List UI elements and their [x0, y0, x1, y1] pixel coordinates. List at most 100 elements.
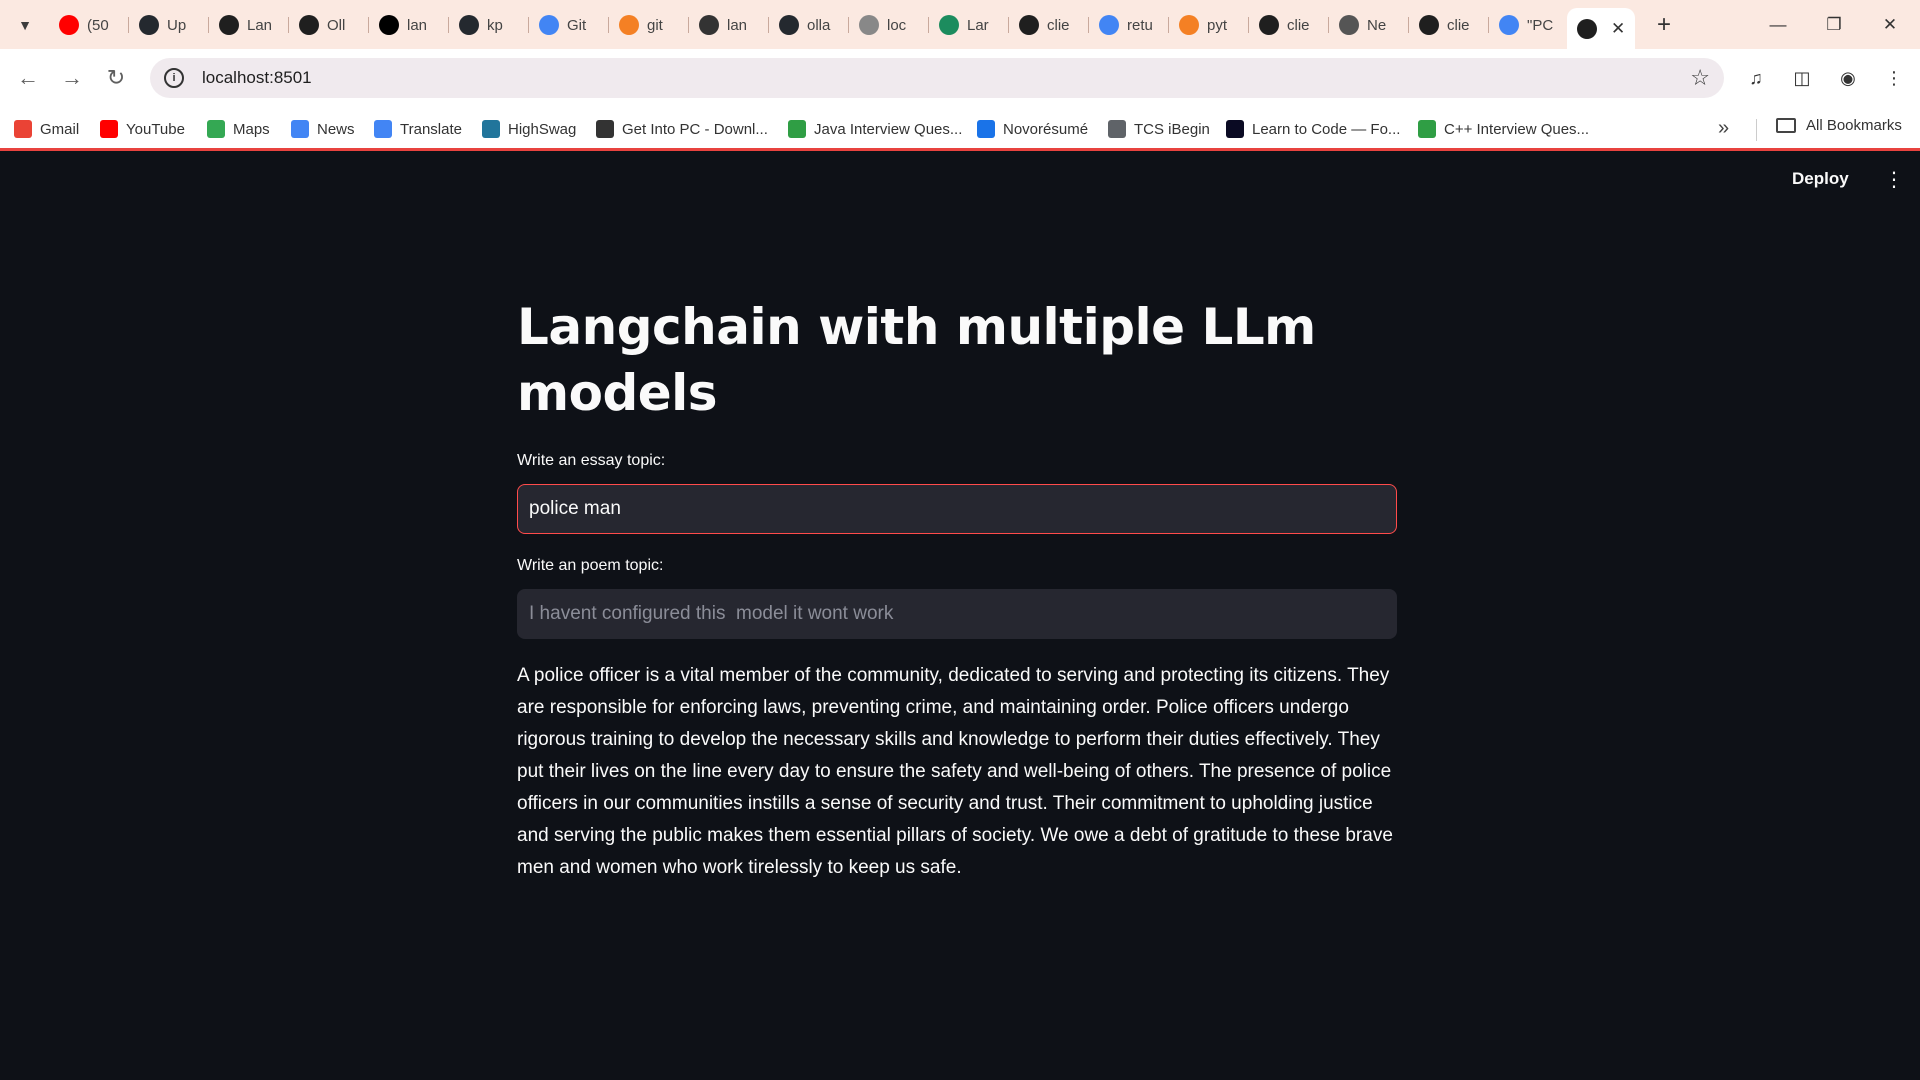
- all-bookmarks-label: All Bookmarks: [1806, 117, 1902, 134]
- profile-avatar[interactable]: ◉: [1832, 62, 1864, 94]
- github-icon: [779, 15, 799, 35]
- page-title: Langchain with multiple LLm models: [517, 298, 1316, 422]
- bookmark-item[interactable]: Get Into PC - Downl...: [596, 116, 768, 142]
- ollama-icon: [219, 15, 239, 35]
- novoresume-icon: [977, 120, 995, 138]
- all-bookmarks-button[interactable]: All Bookmarks: [1776, 117, 1902, 134]
- freecodecamp-icon: [1226, 120, 1244, 138]
- tab-label: Lan: [247, 16, 273, 34]
- bookmark-label: TCS iBegin: [1134, 120, 1210, 138]
- cpp-icon: [1418, 120, 1436, 138]
- site-info-icon[interactable]: i: [164, 68, 184, 88]
- browser-tab[interactable]: lan: [689, 10, 769, 40]
- browser-tab[interactable]: retu: [1089, 10, 1169, 40]
- reload-button[interactable]: ↻: [98, 60, 134, 96]
- stackoverflow-icon: [619, 15, 639, 35]
- stackoverflow-icon: [1179, 15, 1199, 35]
- tab-label: (50: [87, 16, 109, 34]
- tab-label: lan: [407, 16, 428, 34]
- bookmark-item[interactable]: TCS iBegin: [1108, 116, 1210, 142]
- bookmark-item[interactable]: YouTube: [100, 116, 185, 142]
- google-icon: [1499, 15, 1519, 35]
- tab-label: retu: [1127, 16, 1153, 34]
- bookmarks-divider: [1756, 119, 1757, 141]
- browser-tab[interactable]: lan: [369, 10, 449, 40]
- gmail-icon: [14, 120, 32, 138]
- bookmark-item[interactable]: C++ Interview Ques...: [1418, 116, 1589, 142]
- active-tab[interactable]: ✕: [1567, 8, 1635, 49]
- main-menu-icon[interactable]: ⋮: [1884, 167, 1904, 192]
- minimize-button[interactable]: —: [1750, 0, 1806, 49]
- news-icon: [291, 120, 309, 138]
- tab-label: Lar: [967, 16, 989, 34]
- tab-label: loc: [887, 16, 907, 34]
- reload-icon: ↻: [106, 65, 126, 90]
- browser-tab[interactable]: (50: [49, 10, 129, 40]
- bookmark-label: Learn to Code — Fo...: [1252, 120, 1401, 138]
- chevron-down-icon: ▼: [18, 17, 32, 33]
- google-icon: [539, 15, 559, 35]
- browser-tab[interactable]: Lan: [209, 10, 289, 40]
- back-button[interactable]: ←: [10, 60, 46, 96]
- bookmark-item[interactable]: Maps: [207, 116, 270, 142]
- github-icon: [139, 15, 159, 35]
- browser-tab[interactable]: Ne: [1329, 10, 1409, 40]
- deploy-button[interactable]: Deploy: [1792, 169, 1849, 189]
- bookmark-item[interactable]: Learn to Code — Fo...: [1226, 116, 1400, 142]
- side-panel-icon[interactable]: ◫: [1786, 62, 1818, 94]
- bookmark-label: Novorésumé: [1003, 120, 1089, 138]
- media-control-icon[interactable]: ♫: [1740, 62, 1772, 94]
- address-bar[interactable]: i localhost:8501 ☆: [150, 58, 1724, 98]
- maps-icon: [207, 120, 225, 138]
- tab-label: kp: [487, 16, 503, 34]
- bookmarks-bar: Gmail YouTube Maps News Translate HighSwag Get…: [0, 109, 1920, 151]
- browser-tab[interactable]: clie: [1009, 10, 1089, 40]
- chrome-menu-icon[interactable]: ⋮: [1878, 62, 1910, 94]
- browser-tab[interactable]: Lar: [929, 10, 1009, 40]
- forward-button[interactable]: →: [54, 60, 90, 96]
- bookmark-item[interactable]: HighSwag: [482, 116, 576, 142]
- browser-tab[interactable]: clie: [1249, 10, 1329, 40]
- bookmark-item[interactable]: Java Interview Ques...: [788, 116, 962, 142]
- browser-tab[interactable]: pyt: [1169, 10, 1249, 40]
- bookmark-item[interactable]: Translate: [374, 116, 462, 142]
- close-tab-icon[interactable]: ✕: [1611, 19, 1625, 39]
- tab-search-button[interactable]: ▼: [10, 11, 40, 39]
- translate-icon: [374, 120, 392, 138]
- new-tab-button[interactable]: +: [1648, 9, 1680, 41]
- bookmark-label: Maps: [233, 120, 270, 138]
- close-window-button[interactable]: ✕: [1862, 0, 1918, 49]
- x-icon: [379, 15, 399, 35]
- tab-label: pyt: [1207, 16, 1228, 34]
- browser-tab[interactable]: loc: [849, 10, 929, 40]
- bookmark-item[interactable]: Novorésumé: [977, 116, 1088, 142]
- langchain-icon: [939, 15, 959, 35]
- ollama-icon: [1259, 15, 1279, 35]
- ollama-icon: [299, 15, 319, 35]
- browser-tab[interactable]: kp: [449, 10, 529, 40]
- tab-label: clie: [1047, 16, 1070, 34]
- restore-button[interactable]: ❐: [1806, 0, 1862, 49]
- bookmark-star-icon[interactable]: ☆: [1690, 65, 1710, 91]
- ollama-icon: [1419, 15, 1439, 35]
- browser-tab[interactable]: Oll: [289, 10, 369, 40]
- wordpress-icon: [482, 120, 500, 138]
- essay-topic-input[interactable]: [517, 484, 1397, 534]
- browser-tab[interactable]: Git: [529, 10, 609, 40]
- essay-topic-label: Write an essay topic:: [517, 452, 666, 469]
- more-bookmarks-icon[interactable]: »: [1718, 117, 1729, 140]
- google-icon: [1099, 15, 1119, 35]
- browser-tab[interactable]: "PC: [1489, 10, 1569, 40]
- browser-tab[interactable]: olla: [769, 10, 849, 40]
- url-text: localhost:8501: [202, 68, 312, 87]
- bookmark-item[interactable]: News: [291, 116, 355, 142]
- bookmark-item[interactable]: Gmail: [14, 116, 79, 142]
- bookmark-label: Get Into PC - Downl...: [622, 120, 768, 138]
- poem-topic-input[interactable]: [517, 589, 1397, 639]
- tab-label: Up: [167, 16, 187, 34]
- browser-tab[interactable]: git: [609, 10, 689, 40]
- browser-toolbar: ← → ↻ i localhost:8501 ☆ ♫ ◫ ◉ ⋮: [0, 49, 1920, 109]
- bookmark-label: Translate: [400, 120, 462, 138]
- browser-tab[interactable]: clie: [1409, 10, 1489, 40]
- browser-tab[interactable]: Up: [129, 10, 209, 40]
